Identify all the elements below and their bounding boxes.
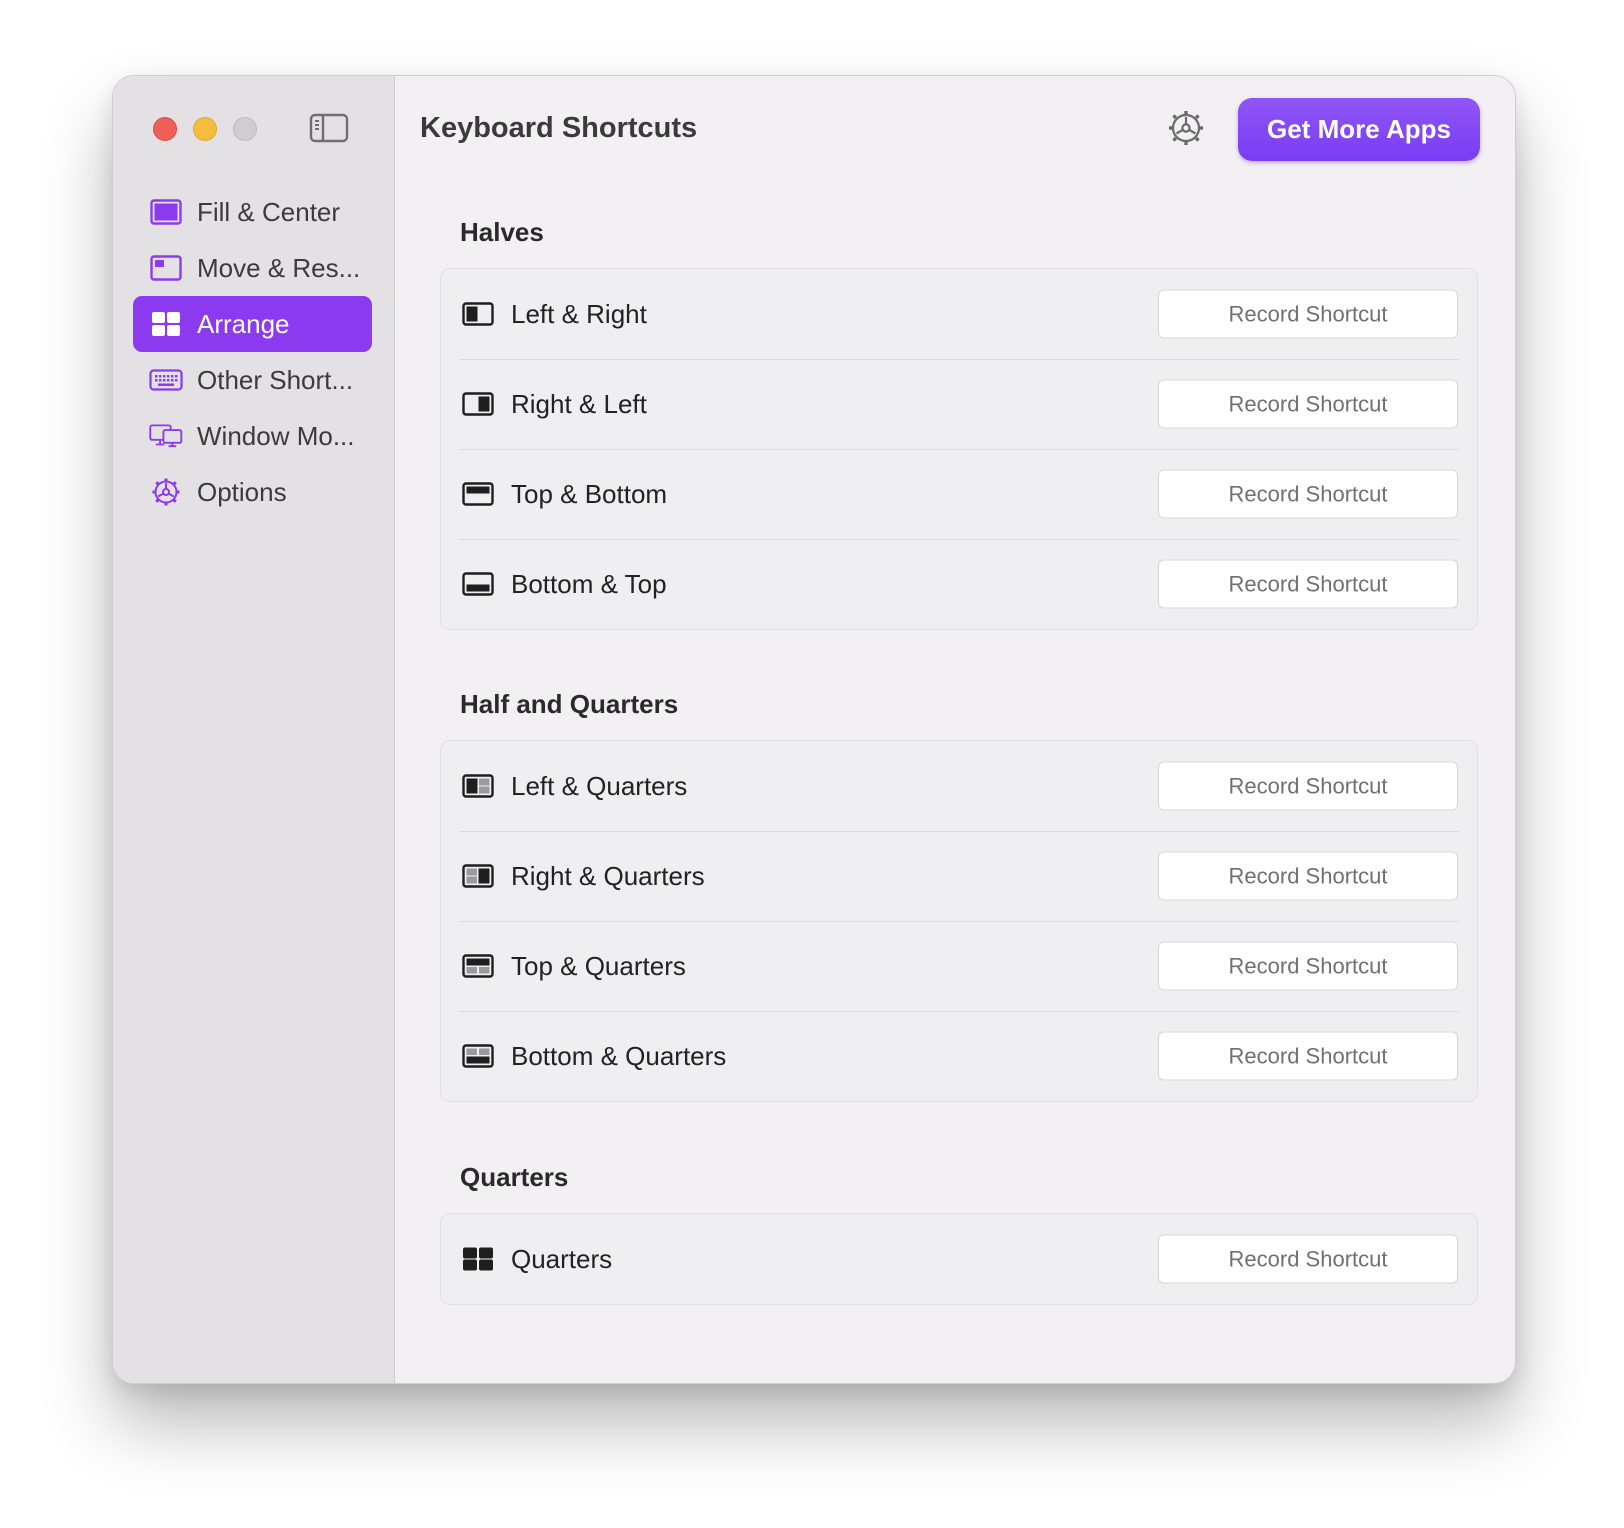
fill-center-icon bbox=[149, 197, 183, 227]
section-title-half-and-quarters: Half and Quarters bbox=[460, 689, 679, 719]
shortcut-group-halves: Left & Right Record Shortcut Right & Lef… bbox=[440, 268, 1478, 630]
right-quarters-icon bbox=[462, 864, 494, 888]
shortcut-row: Right & Quarters Record Shortcut bbox=[441, 831, 1477, 921]
shortcut-row: Bottom & Top Record Shortcut bbox=[441, 539, 1477, 629]
shortcut-label: Bottom & Quarters bbox=[511, 1040, 727, 1071]
gear-icon bbox=[149, 477, 183, 507]
record-shortcut-button[interactable]: Record Shortcut bbox=[1158, 289, 1458, 339]
settings-gear-icon[interactable] bbox=[1167, 109, 1205, 147]
record-shortcut-button[interactable]: Record Shortcut bbox=[1158, 1031, 1458, 1081]
window-controls bbox=[153, 117, 257, 141]
top-quarters-icon bbox=[462, 954, 494, 978]
sidebar-item-label: Other Short... bbox=[197, 364, 354, 395]
sidebar: Fill & Center Move & Res... Arrange Othe… bbox=[113, 76, 395, 1383]
left-quarters-icon bbox=[462, 774, 494, 798]
record-shortcut-button[interactable]: Record Shortcut bbox=[1158, 559, 1458, 609]
right-half-icon bbox=[462, 392, 494, 416]
shortcut-label: Quarters bbox=[511, 1243, 613, 1274]
shortcut-row: Quarters Record Shortcut bbox=[441, 1214, 1477, 1304]
record-shortcut-button[interactable]: Record Shortcut bbox=[1158, 761, 1458, 811]
zoom-button[interactable] bbox=[233, 117, 257, 141]
shortcut-row: Bottom & Quarters Record Shortcut bbox=[441, 1011, 1477, 1101]
section-title-quarters: Quarters bbox=[460, 1162, 569, 1192]
shortcut-row: Right & Left Record Shortcut bbox=[441, 359, 1477, 449]
main-content: Keyboard Shortcuts Get More Apps Halves … bbox=[395, 76, 1515, 1383]
get-more-apps-button[interactable]: Get More Apps bbox=[1238, 98, 1480, 161]
close-button[interactable] bbox=[153, 117, 177, 141]
shortcut-row: Left & Quarters Record Shortcut bbox=[441, 741, 1477, 831]
move-resize-icon bbox=[149, 253, 183, 283]
sidebar-item-options[interactable]: Options bbox=[133, 464, 372, 520]
displays-icon bbox=[149, 421, 183, 451]
shortcut-row: Top & Quarters Record Shortcut bbox=[441, 921, 1477, 1011]
shortcut-label: Top & Quarters bbox=[511, 950, 686, 981]
sidebar-item-window-mover[interactable]: Window Mo... bbox=[133, 408, 372, 464]
bottom-half-icon bbox=[462, 572, 494, 596]
sidebar-nav: Fill & Center Move & Res... Arrange Othe… bbox=[133, 184, 372, 520]
record-shortcut-button[interactable]: Record Shortcut bbox=[1158, 379, 1458, 429]
keyboard-icon bbox=[149, 365, 183, 395]
section-title-halves: Halves bbox=[460, 217, 544, 247]
minimize-button[interactable] bbox=[193, 117, 217, 141]
sidebar-toggle-icon[interactable] bbox=[309, 112, 349, 144]
sidebar-item-move-resize[interactable]: Move & Res... bbox=[133, 240, 372, 296]
app-window: Fill & Center Move & Res... Arrange Othe… bbox=[112, 75, 1516, 1384]
sidebar-item-label: Fill & Center bbox=[197, 196, 341, 227]
sidebar-item-other-shortcuts[interactable]: Other Short... bbox=[133, 352, 372, 408]
record-shortcut-button[interactable]: Record Shortcut bbox=[1158, 941, 1458, 991]
shortcut-row: Left & Right Record Shortcut bbox=[441, 269, 1477, 359]
sidebar-item-arrange[interactable]: Arrange bbox=[133, 296, 372, 352]
shortcut-label: Bottom & Top bbox=[511, 568, 667, 599]
shortcut-group-quarters: Quarters Record Shortcut bbox=[440, 1213, 1478, 1305]
shortcut-label: Left & Right bbox=[511, 298, 647, 329]
shortcut-row: Top & Bottom Record Shortcut bbox=[441, 449, 1477, 539]
shortcut-label: Right & Left bbox=[511, 388, 647, 419]
record-shortcut-button[interactable]: Record Shortcut bbox=[1158, 1234, 1458, 1284]
sidebar-item-fill-center[interactable]: Fill & Center bbox=[133, 184, 372, 240]
left-half-icon bbox=[462, 302, 494, 326]
shortcut-label: Top & Bottom bbox=[511, 478, 668, 509]
shortcut-group-half-and-quarters: Left & Quarters Record Shortcut Right & … bbox=[440, 740, 1478, 1102]
sidebar-item-label: Arrange bbox=[197, 308, 290, 339]
quarters-grid-icon bbox=[463, 1247, 493, 1271]
page-title: Keyboard Shortcuts bbox=[420, 112, 698, 144]
sidebar-item-label: Move & Res... bbox=[197, 252, 361, 283]
bottom-quarters-icon bbox=[462, 1044, 494, 1068]
record-shortcut-button[interactable]: Record Shortcut bbox=[1158, 851, 1458, 901]
record-shortcut-button[interactable]: Record Shortcut bbox=[1158, 469, 1458, 519]
top-half-icon bbox=[462, 482, 494, 506]
sidebar-item-label: Options bbox=[197, 476, 287, 507]
sidebar-item-label: Window Mo... bbox=[197, 420, 355, 451]
shortcut-label: Right & Quarters bbox=[511, 860, 705, 891]
arrange-grid-icon bbox=[149, 309, 183, 339]
shortcut-label: Left & Quarters bbox=[511, 770, 688, 801]
